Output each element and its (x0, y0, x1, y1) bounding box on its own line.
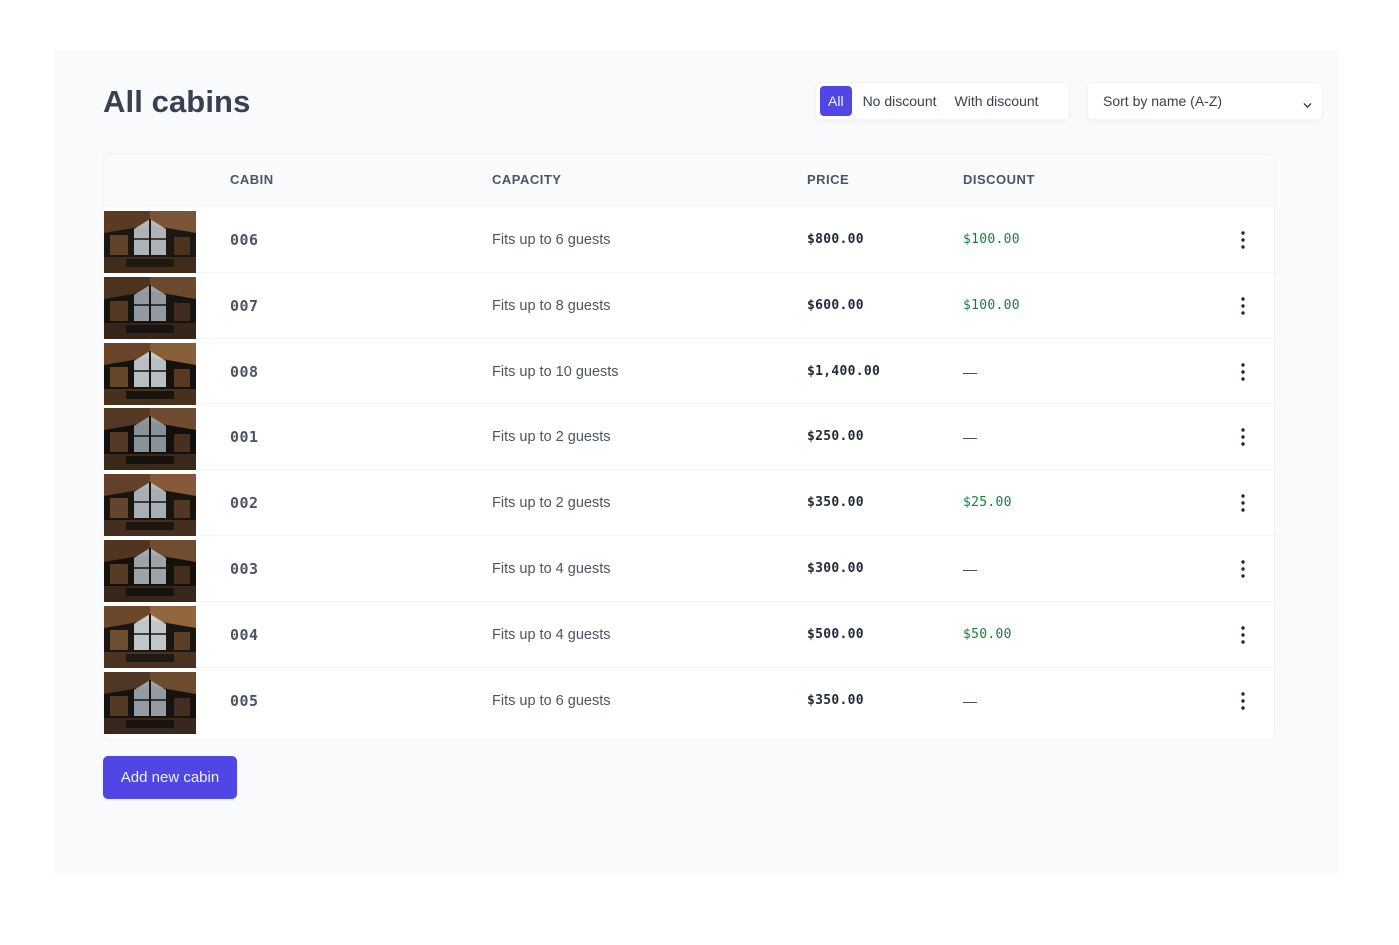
cabin-discount: $100.00 (963, 232, 1020, 247)
cabin-discount: — (963, 363, 978, 380)
table-row: 001 Fits up to 2 guests $250.00 — (104, 404, 1274, 471)
cabins-table: CABIN CAPACITY PRICE DISCOUNT 006 Fits up… (103, 153, 1275, 740)
table-row: 005 Fits up to 6 guests $350.00 — (104, 668, 1274, 734)
cabin-name: 003 (230, 559, 259, 578)
row-menu-button[interactable] (1228, 424, 1258, 450)
row-menu-button[interactable] (1228, 227, 1258, 253)
cabin-thumbnail (104, 211, 196, 273)
filter-no-discount-button[interactable]: No discount (856, 86, 944, 116)
vertical-dots-icon (1241, 494, 1245, 512)
column-header-cabin: CABIN (230, 172, 274, 187)
column-header-capacity: CAPACITY (492, 172, 562, 187)
cabin-thumbnail (104, 276, 196, 339)
cabin-name: 004 (230, 625, 259, 644)
page-header: All cabins All No discount With discount… (103, 80, 1323, 122)
table-header: CABIN CAPACITY PRICE DISCOUNT (104, 154, 1274, 207)
cabin-capacity: Fits up to 2 guests (492, 429, 611, 446)
cabin-thumbnail (104, 408, 196, 471)
cabin-thumbnail (104, 605, 196, 668)
cabin-thumbnail (104, 539, 196, 602)
cabin-thumbnail (104, 671, 196, 734)
cabin-name: 002 (230, 494, 259, 513)
cabin-discount: $50.00 (963, 626, 1012, 642)
column-header-price: PRICE (807, 172, 850, 187)
cabin-capacity: Fits up to 4 guests (492, 560, 611, 577)
cabin-price: $250.00 (807, 429, 864, 445)
cabin-capacity: Fits up to 6 guests (492, 692, 611, 709)
vertical-dots-icon (1241, 626, 1245, 644)
table-row: 002 Fits up to 2 guests $350.00 $25.00 (104, 470, 1274, 537)
add-new-cabin-button[interactable]: Add new cabin (103, 756, 237, 799)
cabin-capacity: Fits up to 2 guests (492, 495, 611, 512)
table-row: 003 Fits up to 4 guests $300.00 — (104, 536, 1274, 602)
vertical-dots-icon (1241, 362, 1245, 381)
cabin-price: $500.00 (807, 626, 864, 642)
cabin-discount: — (963, 429, 978, 446)
row-menu-button[interactable] (1228, 359, 1258, 385)
row-menu-button[interactable] (1228, 688, 1258, 714)
vertical-dots-icon (1241, 231, 1245, 249)
page-title: All cabins (103, 84, 251, 119)
table-row: 004 Fits up to 4 guests $500.00 $50.00 (104, 602, 1274, 668)
vertical-dots-icon (1241, 560, 1245, 578)
cabin-price: $350.00 (807, 495, 864, 511)
table-row: 006 Fits up to 6 guests $800.00 $100.00 (104, 207, 1274, 273)
cabin-discount: — (963, 560, 978, 577)
filter-all-button[interactable]: All (820, 86, 852, 116)
table-body: 006 Fits up to 6 guests $800.00 $100.00 007 F… (104, 207, 1274, 734)
cabin-price: $600.00 (807, 297, 864, 313)
cabin-name: 008 (230, 362, 259, 381)
cabins-page: All cabins All No discount With discount… (55, 50, 1339, 875)
table-row: 008 Fits up to 10 guests $1,400.00 — (104, 339, 1274, 405)
filter-with-discount-button[interactable]: With discount (948, 86, 1046, 116)
sort-select[interactable]: Sort by name (A-Z) (1087, 82, 1323, 120)
cabin-thumbnail (104, 342, 196, 405)
discount-filter: All No discount With discount (815, 82, 1070, 120)
cabin-discount: $25.00 (963, 495, 1012, 511)
cabin-thumbnail (104, 474, 196, 537)
cabin-discount: — (963, 692, 978, 709)
table-row: 007 Fits up to 8 guests $600.00 $100.00 (104, 273, 1274, 339)
row-menu-button[interactable] (1228, 293, 1258, 319)
chevron-down-icon (1303, 97, 1312, 108)
cabin-capacity: Fits up to 4 guests (492, 626, 611, 643)
vertical-dots-icon (1241, 297, 1245, 315)
cabin-name: 001 (230, 428, 259, 447)
cabin-capacity: Fits up to 6 guests (492, 232, 611, 248)
vertical-dots-icon (1241, 428, 1245, 447)
cabin-capacity: Fits up to 10 guests (492, 363, 619, 380)
cabin-price: $1,400.00 (807, 363, 881, 379)
row-menu-button[interactable] (1228, 622, 1258, 648)
column-header-discount: DISCOUNT (963, 172, 1035, 187)
cabin-price: $350.00 (807, 692, 864, 708)
cabin-name: 007 (230, 296, 259, 315)
row-menu-button[interactable] (1228, 490, 1258, 516)
sort-select-value: Sort by name (A-Z) (1103, 93, 1223, 109)
cabin-discount: $100.00 (963, 297, 1020, 313)
vertical-dots-icon (1241, 691, 1245, 710)
cabin-capacity: Fits up to 8 guests (492, 297, 611, 314)
cabin-name: 005 (230, 691, 259, 710)
cabin-name: 006 (230, 231, 259, 249)
row-menu-button[interactable] (1228, 556, 1258, 582)
cabin-price: $300.00 (807, 560, 864, 576)
cabin-price: $800.00 (807, 232, 864, 247)
